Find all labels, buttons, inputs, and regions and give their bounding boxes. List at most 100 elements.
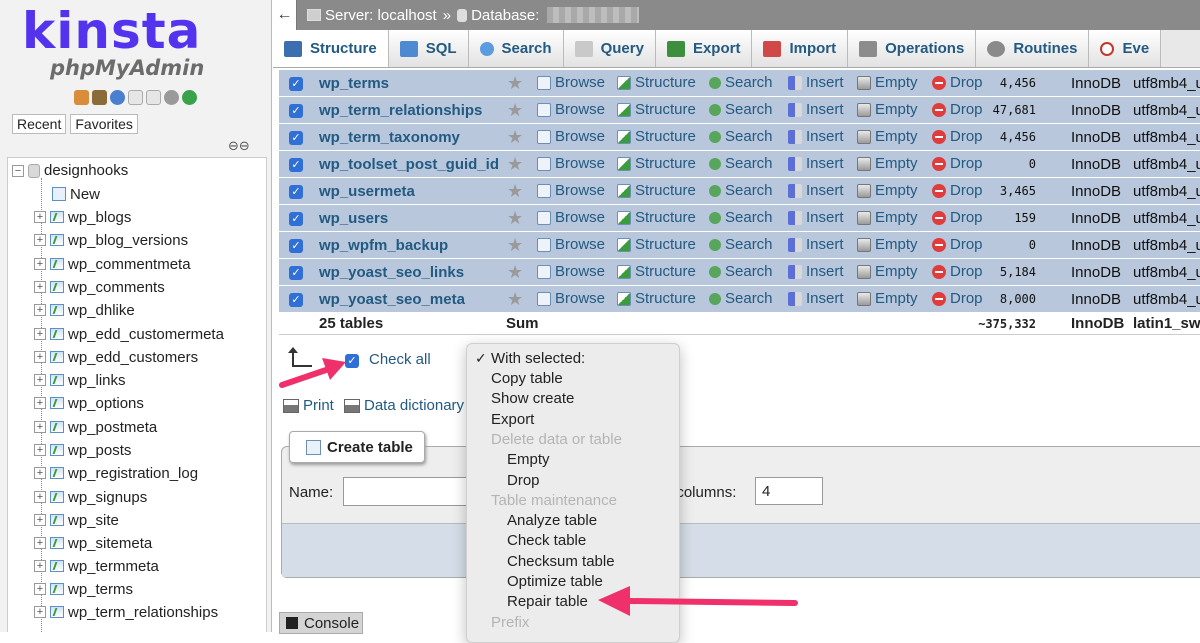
create-table-button[interactable]: Create table xyxy=(289,431,425,463)
tree-table-name[interactable]: wp_dhlike xyxy=(68,302,135,319)
empty-label[interactable]: Empty xyxy=(875,236,918,253)
empty-label[interactable]: Empty xyxy=(875,263,918,280)
drop-label[interactable]: Drop xyxy=(950,263,983,280)
structure-action[interactable]: Structure xyxy=(617,128,696,145)
expand-icon[interactable]: + xyxy=(34,491,46,503)
table-name-link[interactable]: wp_yoast_seo_meta xyxy=(319,291,465,308)
insert-action[interactable]: Insert xyxy=(788,290,844,307)
tree-table-name[interactable]: wp_comments xyxy=(68,279,165,296)
drop-action[interactable]: Drop xyxy=(932,155,983,172)
browse-action[interactable]: Browse xyxy=(537,290,605,307)
search-action[interactable]: Search xyxy=(709,209,773,226)
search-label[interactable]: Search xyxy=(725,182,773,199)
reload-icon[interactable] xyxy=(182,90,197,105)
drop-action[interactable]: Drop xyxy=(932,290,983,307)
expand-icon[interactable]: + xyxy=(34,444,46,456)
expand-icon[interactable]: + xyxy=(34,328,46,340)
tree-table-item[interactable]: + wp_blog_versions xyxy=(34,230,188,250)
tree-table-item[interactable]: + wp_signups xyxy=(34,487,147,507)
check-all-checkbox[interactable]: ✓ xyxy=(345,354,359,368)
insert-label[interactable]: Insert xyxy=(806,236,844,253)
expand-icon[interactable]: + xyxy=(34,211,46,223)
structure-action[interactable]: Structure xyxy=(617,290,696,307)
dropdown-option-empty[interactable]: Empty xyxy=(507,451,550,468)
home-icon[interactable] xyxy=(74,90,89,105)
tree-table-item[interactable]: + wp_blogs xyxy=(34,207,131,227)
row-checkbox[interactable]: ✓ xyxy=(289,212,303,226)
insert-action[interactable]: Insert xyxy=(788,236,844,253)
search-action[interactable]: Search xyxy=(709,290,773,307)
row-checkbox[interactable]: ✓ xyxy=(289,131,303,145)
expand-icon[interactable]: + xyxy=(34,467,46,479)
expand-icon[interactable]: + xyxy=(34,397,46,409)
new-label[interactable]: New xyxy=(70,186,100,203)
table-name-link[interactable]: wp_terms xyxy=(319,75,389,92)
tab-search[interactable]: Search xyxy=(468,30,564,67)
dropdown-option-export[interactable]: Export xyxy=(491,411,534,428)
new-table-node[interactable]: New xyxy=(52,184,100,204)
structure-action[interactable]: Structure xyxy=(617,182,696,199)
expand-icon[interactable]: + xyxy=(34,304,46,316)
favorite-star-icon[interactable]: ★ xyxy=(507,289,523,310)
structure-label[interactable]: Structure xyxy=(635,182,696,199)
insert-label[interactable]: Insert xyxy=(806,128,844,145)
tree-table-item[interactable]: + wp_dhlike xyxy=(34,300,135,320)
browse-label[interactable]: Browse xyxy=(555,209,605,226)
favorite-star-icon[interactable]: ★ xyxy=(507,181,523,202)
tab-structure[interactable]: Structure xyxy=(273,30,389,67)
browse-label[interactable]: Browse xyxy=(555,128,605,145)
browse-label[interactable]: Browse xyxy=(555,101,605,118)
dropdown-option-check-table[interactable]: Check table xyxy=(507,532,586,549)
logout-icon[interactable] xyxy=(92,90,107,105)
tree-table-name[interactable]: wp_options xyxy=(68,395,144,412)
empty-action[interactable]: Empty xyxy=(857,101,918,118)
dropdown-option-checksum-table[interactable]: Checksum table xyxy=(507,553,615,570)
insert-label[interactable]: Insert xyxy=(806,74,844,91)
structure-action[interactable]: Structure xyxy=(617,236,696,253)
search-action[interactable]: Search xyxy=(709,155,773,172)
table-name-link[interactable]: wp_term_taxonomy xyxy=(319,129,460,146)
empty-label[interactable]: Empty xyxy=(875,101,918,118)
insert-label[interactable]: Insert xyxy=(806,101,844,118)
search-label[interactable]: Search xyxy=(725,263,773,280)
expand-icon[interactable]: + xyxy=(34,281,46,293)
drop-action[interactable]: Drop xyxy=(932,182,983,199)
tree-table-item[interactable]: + wp_links xyxy=(34,370,126,390)
tab-import[interactable]: Import xyxy=(752,30,849,67)
browse-label[interactable]: Browse xyxy=(555,236,605,253)
empty-action[interactable]: Empty xyxy=(857,236,918,253)
empty-action[interactable]: Empty xyxy=(857,128,918,145)
tree-table-item[interactable]: + wp_sitemeta xyxy=(34,533,152,553)
phpmyadmin-logo[interactable]: phpMyAdmin xyxy=(50,56,204,80)
search-label[interactable]: Search xyxy=(725,290,773,307)
tree-table-item[interactable]: + wp_registration_log xyxy=(34,463,198,483)
settings-icon[interactable] xyxy=(164,90,179,105)
data-dictionary-label[interactable]: Data dictionary xyxy=(364,397,464,414)
empty-label[interactable]: Empty xyxy=(875,155,918,172)
empty-action[interactable]: Empty xyxy=(857,155,918,172)
kinsta-logo[interactable]: kinsta xyxy=(22,2,201,60)
browse-label[interactable]: Browse xyxy=(555,155,605,172)
expand-icon[interactable]: + xyxy=(34,421,46,433)
browse-action[interactable]: Browse xyxy=(537,263,605,280)
tree-table-name[interactable]: wp_links xyxy=(68,372,126,389)
row-checkbox[interactable]: ✓ xyxy=(289,239,303,253)
browse-label[interactable]: Browse xyxy=(555,290,605,307)
print-label[interactable]: Print xyxy=(303,397,334,414)
row-checkbox[interactable]: ✓ xyxy=(289,293,303,307)
structure-label[interactable]: Structure xyxy=(635,263,696,280)
structure-action[interactable]: Structure xyxy=(617,263,696,280)
table-name-link[interactable]: wp_usermeta xyxy=(319,183,415,200)
tree-table-item[interactable]: + wp_edd_customers xyxy=(34,347,198,367)
structure-label[interactable]: Structure xyxy=(635,209,696,226)
dropdown-option-copy-table[interactable]: Copy table xyxy=(491,370,563,387)
table-name-link[interactable]: wp_yoast_seo_links xyxy=(319,264,464,281)
search-label[interactable]: Search xyxy=(725,128,773,145)
tree-table-name[interactable]: wp_blogs xyxy=(68,209,131,226)
expand-icon[interactable]: + xyxy=(34,583,46,595)
database-label[interactable]: Database: xyxy=(471,7,539,24)
print-link[interactable]: Print xyxy=(283,397,334,414)
structure-action[interactable]: Structure xyxy=(617,209,696,226)
insert-action[interactable]: Insert xyxy=(788,209,844,226)
search-action[interactable]: Search xyxy=(709,263,773,280)
